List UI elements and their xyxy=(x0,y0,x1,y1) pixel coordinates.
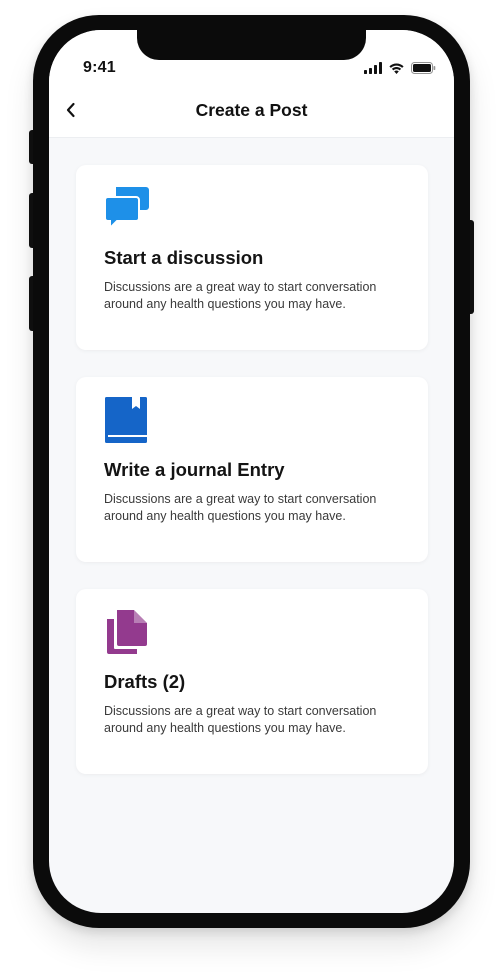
phone-screen: 9:41 Create a Post Start a discussion Di… xyxy=(49,30,454,913)
option-description: Discussions are a great way to start con… xyxy=(104,704,377,735)
cellular-signal-icon xyxy=(364,61,382,79)
option-description: Discussions are a great way to start con… xyxy=(104,492,377,523)
page-title: Create a Post xyxy=(195,100,308,120)
option-description: Discussions are a great way to start con… xyxy=(104,280,377,311)
option-card-drafts[interactable]: Drafts (2) Discussions are a great way t… xyxy=(76,589,428,774)
option-title: Write a journal Entry xyxy=(104,459,285,480)
phone-frame: 9:41 Create a Post Start a discussion Di… xyxy=(33,15,470,928)
drafts-documents-icon xyxy=(104,609,150,655)
option-title: Start a discussion xyxy=(104,247,264,268)
notch xyxy=(137,30,366,60)
device-stage: 9:41 Create a Post Start a discussion Di… xyxy=(0,0,503,974)
option-title: Drafts (2) xyxy=(104,671,186,692)
option-card-journal-entry[interactable]: Write a journal Entry Discussions are a … xyxy=(76,377,428,562)
journal-book-icon xyxy=(104,397,150,443)
chat-bubbles-icon xyxy=(104,185,150,231)
option-card-start-discussion[interactable]: Start a discussion Discussions are a gre… xyxy=(76,165,428,350)
battery-icon xyxy=(411,61,436,79)
wifi-icon xyxy=(388,61,405,79)
status-icons xyxy=(364,61,436,79)
status-time: 9:41 xyxy=(83,59,116,76)
